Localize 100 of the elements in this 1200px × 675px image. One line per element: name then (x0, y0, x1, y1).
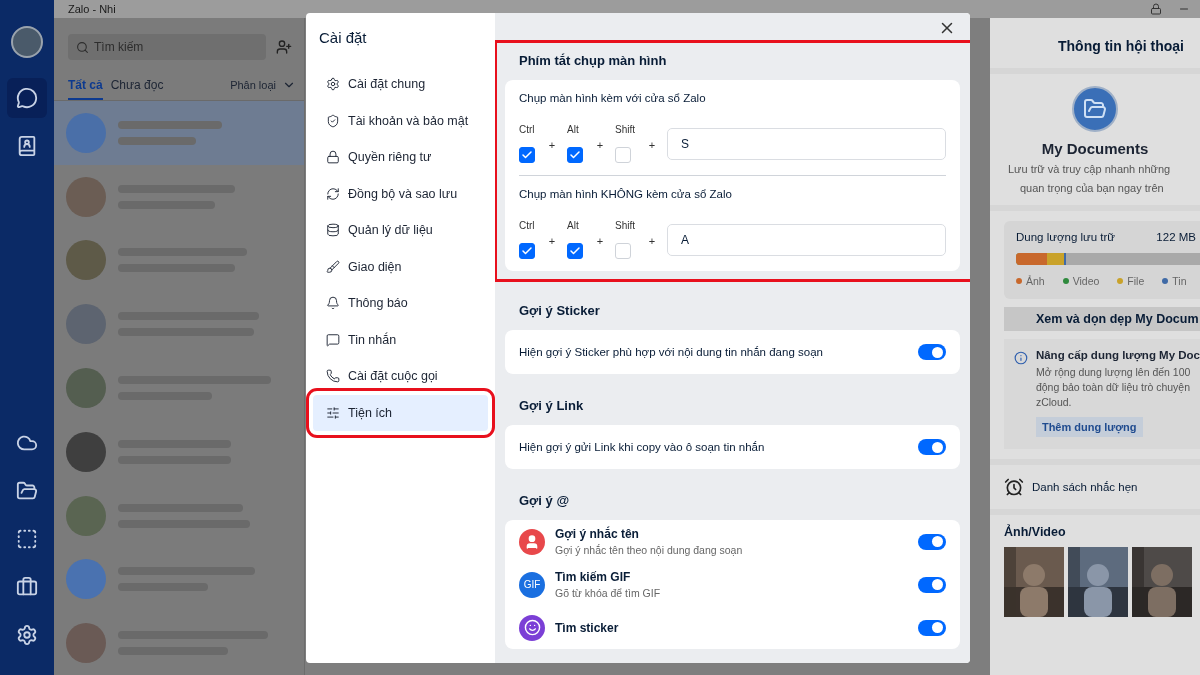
avatar[interactable] (11, 26, 43, 58)
upgrade-text: zCloud. (1035, 396, 1073, 409)
alarm-clock-icon (1004, 477, 1024, 498)
checkbox[interactable] (567, 147, 583, 163)
setting-description: Gõ từ khóa để tìm GIF (555, 587, 662, 599)
avatar (66, 559, 106, 600)
section-title: Phím tắt chụp màn hình (518, 52, 668, 70)
filter-dropdown[interactable]: Phân loại (230, 78, 296, 96)
setting-title: Gợi ý nhắc tên (555, 527, 640, 541)
message-icon (326, 332, 340, 347)
plus-sign: + (647, 138, 657, 151)
plus-sign: + (547, 234, 557, 247)
plus-sign: + (595, 138, 605, 151)
settings-menu-item[interactable]: Cài đặt cuộc gọi (313, 358, 488, 395)
storage-value: 122 MB (1156, 231, 1196, 244)
documents-title: My Documents (1041, 140, 1149, 157)
section-title: Gợi ý @ (518, 492, 571, 510)
phone-icon (326, 369, 340, 384)
brush-icon (326, 259, 340, 274)
checkbox[interactable] (519, 147, 535, 163)
avatar (66, 304, 106, 345)
legend-item: Ảnh (1016, 275, 1045, 288)
lock-icon[interactable] (1150, 3, 1162, 15)
settings-menu-item[interactable]: Cài đặt chung (313, 66, 488, 103)
smiley-icon (523, 619, 541, 636)
storage-label: Dung lượng lưu trữ (1016, 231, 1116, 244)
section-title: Gợi ý Sticker (518, 302, 601, 320)
avatar (66, 240, 106, 281)
avatar (66, 623, 106, 664)
dialog-title: Cài đặt (318, 29, 368, 48)
modifier-label: Ctrl (519, 220, 536, 231)
database-icon (326, 223, 340, 238)
contact-book-icon (16, 135, 38, 157)
folder-icon (16, 480, 38, 502)
setting-label: Hiện gợi ý Sticker phù hợp với nội dung tin nhắn đang soạn (519, 346, 823, 358)
modifier-label: Alt (567, 220, 580, 231)
gif-badge: GIF (519, 571, 545, 598)
setting-title: Tìm sticker (555, 620, 620, 635)
key-field[interactable]: S (667, 127, 946, 160)
check-icon (569, 149, 581, 161)
modifier-label: Alt (567, 124, 580, 135)
person-icon (524, 533, 540, 550)
shortcut-label: Chụp màn hình kèm với cửa sổ Zalo (519, 92, 707, 104)
avatar (66, 495, 106, 536)
toggle-switch[interactable] (918, 576, 946, 593)
bell-icon (326, 296, 340, 311)
add-storage-button[interactable]: Thêm dung lượng (1035, 417, 1143, 438)
documents-description: Lưu trữ và truy cập nhanh những (1007, 163, 1172, 177)
upgrade-title: Nâng cấp dung lượng My Doc (1035, 349, 1200, 362)
toggle-switch[interactable] (918, 533, 946, 550)
checkbox[interactable] (567, 243, 583, 259)
check-icon (569, 245, 581, 257)
settings-menu-item[interactable]: Thông báo (313, 285, 488, 322)
upgrade-text: Mở rộng dung lượng lên đến 100 (1035, 366, 1192, 379)
rail-button[interactable] (7, 78, 47, 118)
settings-menu-item[interactable]: Quản lý dữ liệu (313, 212, 488, 249)
settings-menu-item[interactable]: Đồng bộ và sao lưu (313, 175, 488, 212)
plus-sign: + (647, 234, 657, 247)
legend-item: File (1117, 275, 1145, 288)
settings-icon (16, 624, 38, 646)
panel-title: Thông tin hội thoại (990, 18, 1200, 68)
key-field[interactable]: A (667, 223, 946, 256)
documents-description: quan trọng của bạn ngay trên (1019, 182, 1165, 196)
settings-menu-item[interactable]: Tin nhắn (313, 321, 488, 358)
toggle-switch[interactable] (918, 619, 946, 636)
shortcut-label: Chụp màn hình KHÔNG kèm cửa sổ Zalo (519, 188, 733, 200)
folder-icon (1072, 86, 1118, 132)
section-title: Gợi ý Link (518, 397, 585, 415)
plus-sign: + (595, 234, 605, 247)
modifier-label: Shift (615, 220, 636, 231)
upgrade-text: động bảo toàn dữ liệu trò chuyện (1035, 381, 1192, 394)
checkbox[interactable] (519, 243, 535, 259)
settings-menu-item[interactable]: Giao diện (313, 248, 488, 285)
lock-icon (326, 150, 340, 165)
toggle-switch[interactable] (918, 439, 946, 455)
settings-menu-item[interactable]: Tài khoản và bảo mật (313, 102, 488, 139)
avatar (66, 112, 106, 153)
window-title: Zalo - Nhi (68, 3, 117, 15)
modifier-label: Shift (615, 124, 636, 135)
setting-title: Tìm kiếm GIF (555, 570, 632, 584)
avatar (66, 431, 106, 472)
avatar (66, 368, 106, 408)
gear-icon (326, 77, 340, 92)
modifier-label: Ctrl (519, 124, 536, 135)
sliders-icon (326, 405, 340, 420)
shield-icon (326, 113, 340, 128)
legend-item: Video (1062, 275, 1100, 288)
reminders-item[interactable]: Danh sách nhắc hẹn (990, 465, 1200, 510)
sync-icon (326, 186, 340, 201)
setting-label: Hiện gợi ý gửi Link khi copy vào ô soạn tin nhắn (519, 441, 765, 453)
legend-item: Tin (1162, 275, 1187, 288)
clean-button[interactable]: Xem và dọn dẹp My Docum (1004, 307, 1200, 332)
briefcase-icon (16, 576, 38, 598)
section-title: Ảnh/Video (1004, 525, 1067, 540)
check-icon (521, 149, 533, 161)
toggle-switch[interactable] (918, 344, 946, 360)
chat-tab[interactable]: Chưa đọc (110, 74, 164, 100)
settings-menu-item[interactable]: Quyền riêng tư (313, 139, 488, 176)
add-friend-icon[interactable] (276, 39, 292, 55)
search-icon (76, 40, 89, 54)
